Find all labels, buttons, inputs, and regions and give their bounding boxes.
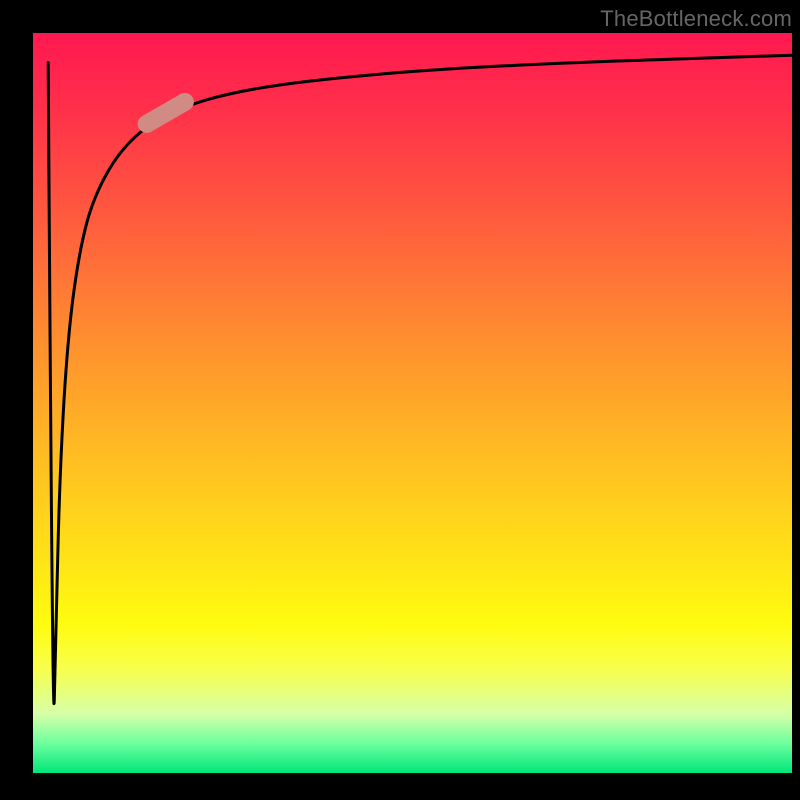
watermark-label: TheBottleneck.com xyxy=(600,6,792,32)
chart-curve-layer xyxy=(33,33,792,773)
chart-highlight-pill xyxy=(134,90,197,137)
chart-main-curve xyxy=(48,55,792,703)
